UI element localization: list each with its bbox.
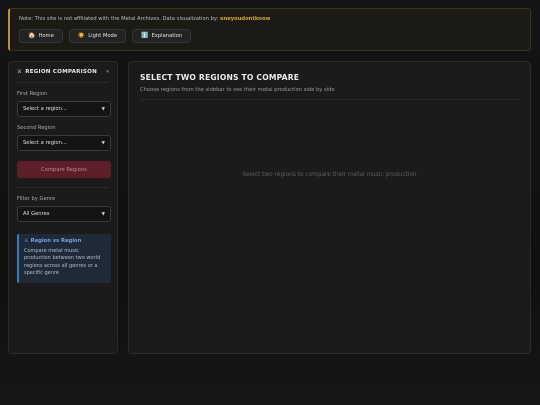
genre-filter-label: Filter by Genre [17,196,56,202]
page-title: SELECT TWO REGIONS TO COMPARE [140,73,300,82]
genre-filter-select[interactable]: All Genres ▼ [17,206,111,222]
genre-filter-value: All Genres [23,211,50,217]
nav-bar: 🏠 Home ☀️ Light Mode ℹ️ Explanation [19,29,521,43]
info-box: ⚔ Region vs Region Compare metal music p… [17,234,111,283]
home-button[interactable]: 🏠 Home [19,29,63,43]
second-region-value: Select a region... [23,140,67,146]
page-subtitle: Choose regions from the sidebar to see t… [140,87,519,100]
sidebar: ⚔ REGION COMPARISON ▾ First Region Selec… [8,61,118,354]
info-title-text: Region vs Region [30,238,82,244]
dropdown-arrow-icon: ▼ [101,211,105,217]
first-region-value: Select a region... [23,106,67,112]
first-region-select[interactable]: Select a region... ▼ [17,101,111,117]
home-label: Home [38,33,54,39]
notice-banner: Note: This site is not affiliated with t… [8,8,531,51]
main-panel: SELECT TWO REGIONS TO COMPARE Choose reg… [128,61,531,354]
light-mode-label: Light Mode [88,33,118,39]
info-body: Compare metal music production between t… [24,248,101,276]
crossed-swords-icon: ⚔ [17,69,23,75]
dropdown-arrow-icon: ▼ [101,140,105,146]
second-region-select[interactable]: Select a region... ▼ [17,135,111,151]
sun-icon: ☀️ [77,32,86,39]
author-link[interactable]: oneyoudontknow [220,16,270,22]
info-title: ⚔ Region vs Region [24,238,106,244]
empty-state-message: Select two regions to compare their meta… [242,172,417,178]
light-mode-button[interactable]: ☀️ Light Mode [68,29,127,43]
info-icon: ℹ️ [141,32,149,39]
explanation-button[interactable]: ℹ️ Explanation [132,29,192,43]
first-region-label: First Region [17,91,48,97]
explanation-label: Explanation [151,33,183,39]
divider [17,187,109,188]
sidebar-title: REGION COMPARISON [25,69,97,75]
chevron-down-icon[interactable]: ▾ [106,69,109,75]
sidebar-header[interactable]: ⚔ REGION COMPARISON ▾ [17,69,109,83]
second-region-label: Second Region [17,125,56,131]
crossed-swords-icon: ⚔ [24,238,29,244]
home-icon: 🏠 [28,32,36,39]
notice-text: Note: This site is not affiliated with t… [19,15,521,23]
notice-prefix: Note: This site is not affiliated with t… [19,16,220,22]
compare-regions-button[interactable]: Compare Regions [17,161,111,178]
dropdown-arrow-icon: ▼ [101,106,105,112]
